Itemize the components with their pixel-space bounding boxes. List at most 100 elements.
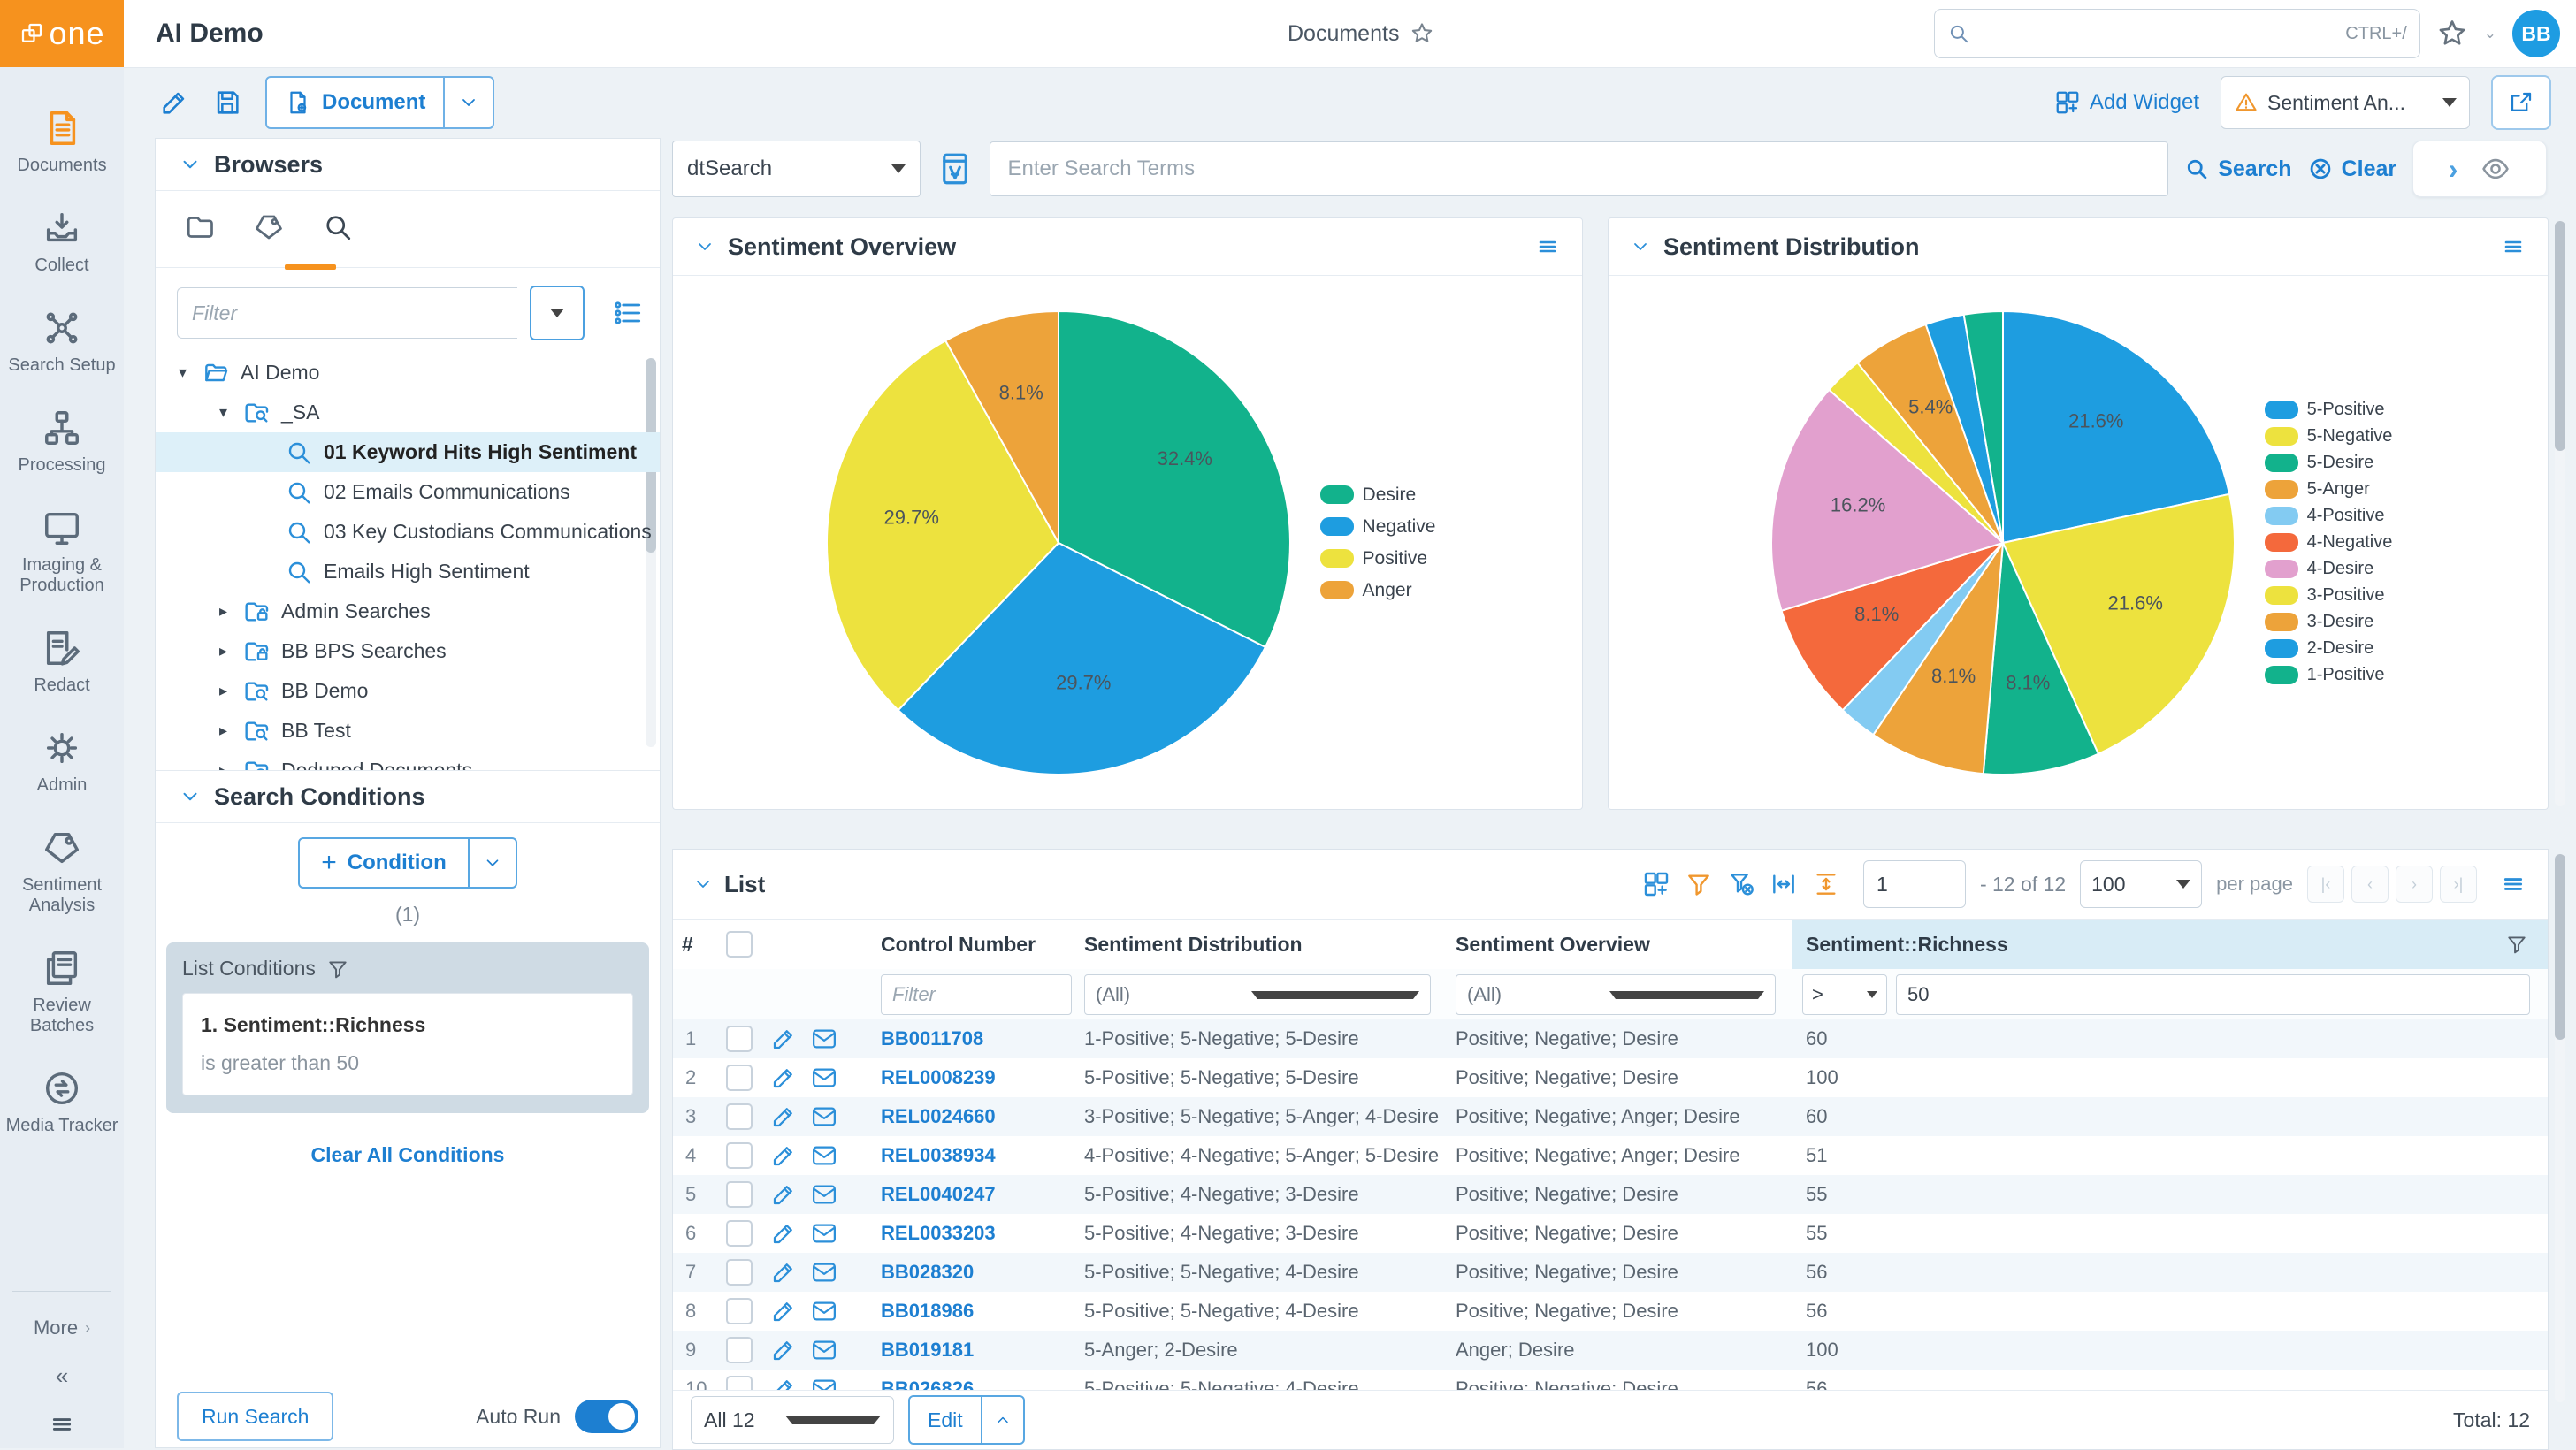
favorite-star-icon[interactable] [1410, 21, 1434, 46]
filter-funnel-icon[interactable] [1685, 870, 1713, 898]
search-button[interactable]: Search [2184, 156, 2291, 182]
collapse-chevron-icon[interactable] [1630, 236, 1651, 257]
list-menu-icon[interactable] [2498, 873, 2528, 896]
richness-operator-select[interactable]: > [1802, 974, 1887, 1015]
edit-pencil-icon[interactable] [770, 1337, 797, 1363]
table-row[interactable]: 9 BB019181 5-Anger; 2-Desire Anger; Desi… [673, 1331, 2548, 1370]
tree-item[interactable]: 02 Emails Communications [156, 472, 660, 512]
page-number-input[interactable] [1863, 860, 1966, 908]
document-button[interactable]: Document [267, 78, 443, 127]
edit-expand-button[interactable] [981, 1397, 1023, 1443]
row-height-icon[interactable] [1812, 870, 1840, 898]
legend-item[interactable]: Anger [1320, 580, 1436, 601]
brand-logo[interactable]: one [0, 0, 124, 67]
add-condition-button[interactable]: + Condition [300, 839, 468, 887]
selection-scope-select[interactable]: All 12 [691, 1396, 894, 1444]
row-checkbox[interactable] [726, 1142, 753, 1169]
column-width-icon[interactable] [1770, 870, 1798, 898]
richness-filter-input[interactable] [1896, 974, 2530, 1015]
control-number-link[interactable]: BB0011708 [872, 1027, 1075, 1050]
scroll-thumb[interactable] [2555, 854, 2565, 1040]
row-checkbox[interactable] [726, 1220, 753, 1247]
control-number-link[interactable]: BB018986 [872, 1300, 1075, 1323]
tree-caret-icon[interactable] [219, 761, 242, 770]
email-envelope-icon[interactable] [811, 1065, 837, 1091]
rail-nav-item[interactable]: Processing [4, 408, 120, 476]
control-number-link[interactable]: BB019181 [872, 1339, 1075, 1362]
prev-page-button[interactable]: ‹ [2351, 866, 2389, 903]
email-envelope-icon[interactable] [811, 1337, 837, 1363]
rail-nav-item[interactable]: Collect [4, 208, 120, 276]
tree-caret-icon[interactable] [219, 602, 242, 621]
grid-settings-icon[interactable] [1642, 870, 1670, 898]
email-envelope-icon[interactable] [811, 1181, 837, 1208]
expand-chevron-icon[interactable]: › [2449, 155, 2458, 183]
column-header-index[interactable]: # [673, 933, 717, 957]
legend-item[interactable]: 3-Positive [2265, 585, 2393, 606]
tree-options-icon[interactable] [612, 297, 644, 329]
export-button[interactable] [2491, 75, 2551, 130]
tree-item[interactable]: _SA [156, 393, 660, 432]
select-all-checkbox[interactable] [726, 931, 753, 958]
add-widget-button[interactable]: Add Widget [2054, 89, 2199, 116]
column-header-sentiment-distribution[interactable]: Sentiment Distribution [1075, 933, 1447, 957]
control-number-link[interactable]: REL0038934 [872, 1144, 1075, 1167]
condition-dropdown-button[interactable] [468, 839, 516, 887]
edit-pencil-icon[interactable] [770, 1103, 797, 1130]
column-header-sentiment-overview[interactable]: Sentiment Overview [1447, 933, 1792, 957]
edit-pencil-icon[interactable] [770, 1298, 797, 1324]
table-row[interactable]: 2 REL0008239 5-Positive; 5-Negative; 5-D… [673, 1058, 2548, 1097]
row-checkbox[interactable] [726, 1259, 753, 1286]
email-envelope-icon[interactable] [811, 1298, 837, 1324]
tree-item[interactable]: Admin Searches [156, 591, 660, 631]
legend-item[interactable]: 5-Desire [2265, 453, 2393, 473]
table-row[interactable]: 5 REL0040247 5-Positive; 4-Negative; 3-D… [673, 1175, 2548, 1214]
row-checkbox[interactable] [726, 1065, 753, 1091]
legend-item[interactable]: 4-Negative [2265, 532, 2393, 553]
control-number-link[interactable]: BB028320 [872, 1261, 1075, 1284]
email-envelope-icon[interactable] [811, 1220, 837, 1247]
table-row[interactable]: 6 REL0033203 5-Positive; 4-Negative; 3-D… [673, 1214, 2548, 1253]
legend-item[interactable]: 5-Negative [2265, 426, 2393, 446]
table-row[interactable]: 7 BB028320 5-Positive; 5-Negative; 4-Des… [673, 1253, 2548, 1292]
filter-dropdown-button[interactable] [530, 286, 585, 340]
table-row[interactable]: 1 BB0011708 1-Positive; 5-Negative; 5-De… [673, 1019, 2548, 1058]
run-search-button[interactable]: Run Search [177, 1392, 333, 1441]
widget-menu-icon[interactable] [1534, 236, 1561, 257]
legend-item[interactable]: 5-Anger [2265, 479, 2393, 500]
tree-item[interactable]: BB Test [156, 711, 660, 751]
edit-pencil-icon[interactable] [770, 1259, 797, 1286]
add-condition-split-button[interactable]: + Condition [298, 837, 517, 889]
edit-pencil-icon[interactable] [770, 1026, 797, 1052]
legend-item[interactable]: Positive [1320, 548, 1436, 569]
legend-item[interactable]: Negative [1320, 516, 1436, 538]
email-envelope-icon[interactable] [811, 1259, 837, 1286]
rail-nav-item[interactable]: Redact [4, 628, 120, 696]
browsers-header[interactable]: Browsers [156, 139, 660, 191]
control-number-link[interactable]: REL0024660 [872, 1105, 1075, 1128]
tree-item[interactable]: 03 Key Custodians Communications [156, 512, 660, 552]
email-envelope-icon[interactable] [811, 1103, 837, 1130]
email-envelope-icon[interactable] [811, 1142, 837, 1169]
tree-item[interactable]: AI Demo [156, 353, 660, 393]
control-number-link[interactable]: REL0033203 [872, 1222, 1075, 1245]
global-search-input[interactable] [1979, 21, 2337, 46]
edit-split-button[interactable]: Edit [908, 1395, 1025, 1445]
rail-more[interactable]: More› [34, 1316, 90, 1339]
rail-nav-item[interactable]: Media Tracker [4, 1068, 120, 1136]
search-engine-select[interactable]: dtSearch [672, 141, 921, 197]
legend-item[interactable]: 4-Desire [2265, 559, 2393, 579]
search-syntax-icon[interactable] [936, 150, 974, 187]
tree-item[interactable]: Deduped Documents [156, 751, 660, 770]
edit-pencil-icon[interactable] [159, 88, 189, 118]
clear-all-conditions-link[interactable]: Clear All Conditions [311, 1143, 505, 1167]
legend-item[interactable]: 4-Positive [2265, 506, 2393, 526]
rail-nav-item[interactable]: Sentiment Analysis [4, 828, 120, 916]
tree-caret-icon[interactable] [219, 721, 242, 740]
clear-button[interactable]: Clear [2308, 156, 2397, 182]
user-avatar[interactable]: BB [2512, 10, 2560, 57]
email-envelope-icon[interactable] [811, 1026, 837, 1052]
condition-card[interactable]: 1. Sentiment::Richness is greater than 5… [182, 993, 633, 1095]
table-row[interactable]: 4 REL0038934 4-Positive; 4-Negative; 5-A… [673, 1136, 2548, 1175]
edit-pencil-icon[interactable] [770, 1142, 797, 1169]
